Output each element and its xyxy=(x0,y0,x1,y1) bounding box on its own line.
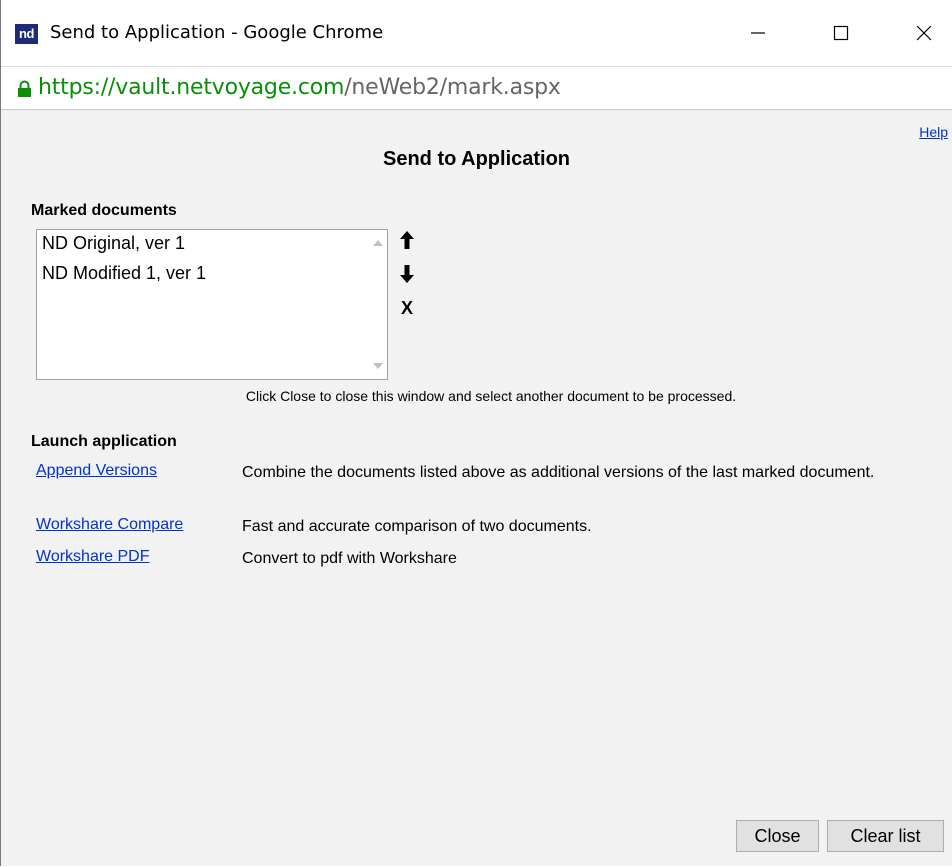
application-description: Combine the documents listed above as ad… xyxy=(242,464,875,481)
url-path: /neWeb2/mark.aspx xyxy=(344,75,561,100)
title-bar[interactable]: nd Send to Application - Google Chrome xyxy=(1,0,952,66)
marked-documents-list[interactable]: ND Original, ver 1 ND Modified 1, ver 1 xyxy=(36,229,388,380)
remove-document-button[interactable]: X xyxy=(401,298,413,318)
url-host: vault.netvoyage.com xyxy=(115,75,345,100)
clear-list-button[interactable]: Clear list xyxy=(827,820,944,852)
window-title: Send to Application - Google Chrome xyxy=(50,22,384,43)
launch-application-label: Launch application xyxy=(31,433,177,450)
list-item[interactable]: ND Modified 1, ver 1 xyxy=(37,258,387,288)
minimize-button[interactable] xyxy=(734,14,782,52)
move-up-icon[interactable] xyxy=(399,230,415,250)
scroll-up-arrow-icon[interactable] xyxy=(373,240,383,246)
maximize-icon xyxy=(833,25,849,41)
application-description: Convert to pdf with Workshare xyxy=(242,550,457,567)
app-logo: nd xyxy=(15,24,38,44)
address-bar[interactable]: https://vault.netvoyage.com/neWeb2/mark.… xyxy=(1,66,952,110)
close-button[interactable]: Close xyxy=(736,820,819,852)
list-scrollbar[interactable] xyxy=(370,230,387,379)
instruction-text: Click Close to close this window and sel… xyxy=(245,388,737,404)
minimize-icon xyxy=(751,32,765,34)
close-window-button[interactable] xyxy=(900,14,948,52)
close-icon xyxy=(916,25,932,41)
move-down-icon[interactable] xyxy=(399,264,415,284)
workshare-compare-link[interactable]: Workshare Compare xyxy=(36,516,183,534)
workshare-pdf-link[interactable]: Workshare PDF xyxy=(36,548,150,566)
list-item[interactable]: ND Original, ver 1 xyxy=(37,228,387,258)
url-text[interactable]: https://vault.netvoyage.com/neWeb2/mark.… xyxy=(38,75,561,100)
append-versions-link[interactable]: Append Versions xyxy=(36,462,157,480)
browser-window: nd Send to Application - Google Chrome h… xyxy=(0,0,952,866)
application-description: Fast and accurate comparison of two docu… xyxy=(242,518,592,535)
maximize-button[interactable] xyxy=(817,14,865,52)
help-link[interactable]: Help xyxy=(919,124,948,140)
page-title: Send to Application xyxy=(382,148,571,170)
url-scheme: https:// xyxy=(38,75,116,100)
marked-documents-label: Marked documents xyxy=(31,202,177,219)
page-content: Help Send to Application Marked document… xyxy=(1,110,952,866)
lock-icon xyxy=(18,80,31,97)
scroll-down-arrow-icon[interactable] xyxy=(373,363,383,369)
